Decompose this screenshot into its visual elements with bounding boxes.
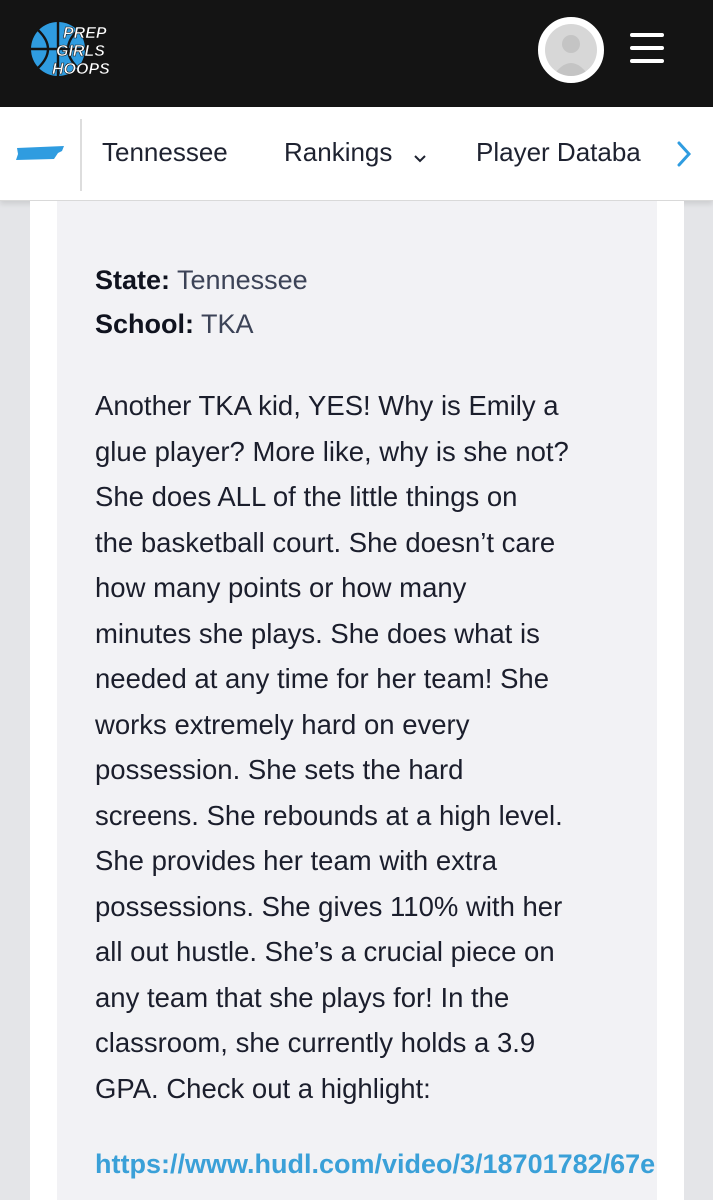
user-avatar[interactable]: [538, 17, 604, 83]
state-label: State:: [95, 265, 171, 295]
school-value: TKA: [201, 309, 254, 339]
state-value: Tennessee: [177, 265, 308, 295]
logo-line-3: HOOPS: [52, 61, 110, 78]
description-line: how many points or how many: [95, 572, 467, 603]
description-line: She does ALL of the little things on: [95, 481, 518, 512]
menu-icon[interactable]: [630, 33, 666, 65]
prep-girls-hoops-logo[interactable]: PREP GIRLS HOOPS: [28, 18, 138, 80]
description-line: GPA. Check out a highlight:: [95, 1072, 431, 1104]
description-line: She provides her team with extra: [95, 845, 497, 876]
description-line: any team that she plays for! In the: [95, 981, 510, 1013]
description-line: the basketball court. She doesn’t care: [95, 526, 556, 558]
tennessee-map-icon[interactable]: [14, 145, 66, 161]
nav-item-player-database[interactable]: Player Databa: [476, 135, 656, 169]
top-header: PREP GIRLS HOOPS: [0, 0, 713, 107]
school-label: School:: [95, 309, 194, 339]
nav-item-tennessee[interactable]: Tennessee: [102, 135, 228, 169]
chevron-down-icon[interactable]: [414, 150, 426, 163]
state-row: State: Tennessee: [95, 262, 308, 298]
description-line: screens. She rebounds at a high level.: [95, 799, 563, 831]
logo-line-2: GIRLS: [56, 43, 105, 60]
nav-scroll-next-button[interactable]: [656, 107, 713, 200]
description-line: works extremely hard on every: [95, 708, 470, 740]
player-description: Another TKA kid, YES! Why is Emily a glu…: [95, 383, 655, 1111]
description-line: minutes she plays. She does what is: [95, 617, 540, 649]
description-line: classroom, she currently holds a 3.9: [95, 1027, 536, 1058]
description-line: possessions. She gives 110% with her: [95, 890, 563, 922]
nav-divider: [80, 119, 82, 191]
nav-item-rankings[interactable]: Rankings: [284, 135, 392, 169]
logo-line-1: PREP: [63, 25, 107, 42]
description-line: needed at any time for her team! She: [95, 663, 550, 694]
school-row: School: TKA: [95, 306, 254, 342]
hudl-highlight-link[interactable]: https://www.hudl.com/video/3/18701782/67…: [95, 1146, 655, 1182]
user-avatar-icon: [545, 24, 597, 76]
description-line: glue player? More like, why is she not?: [95, 435, 569, 467]
state-nav-bar: Tennessee Rankings Player Databa: [0, 107, 713, 201]
description-line: Another TKA kid, YES! Why is Emily a: [95, 390, 559, 421]
description-line: possession. She sets the hard: [95, 754, 464, 785]
description-line: all out hustle. She’s a crucial piece on: [95, 936, 555, 967]
chevron-right-icon: [677, 141, 692, 167]
